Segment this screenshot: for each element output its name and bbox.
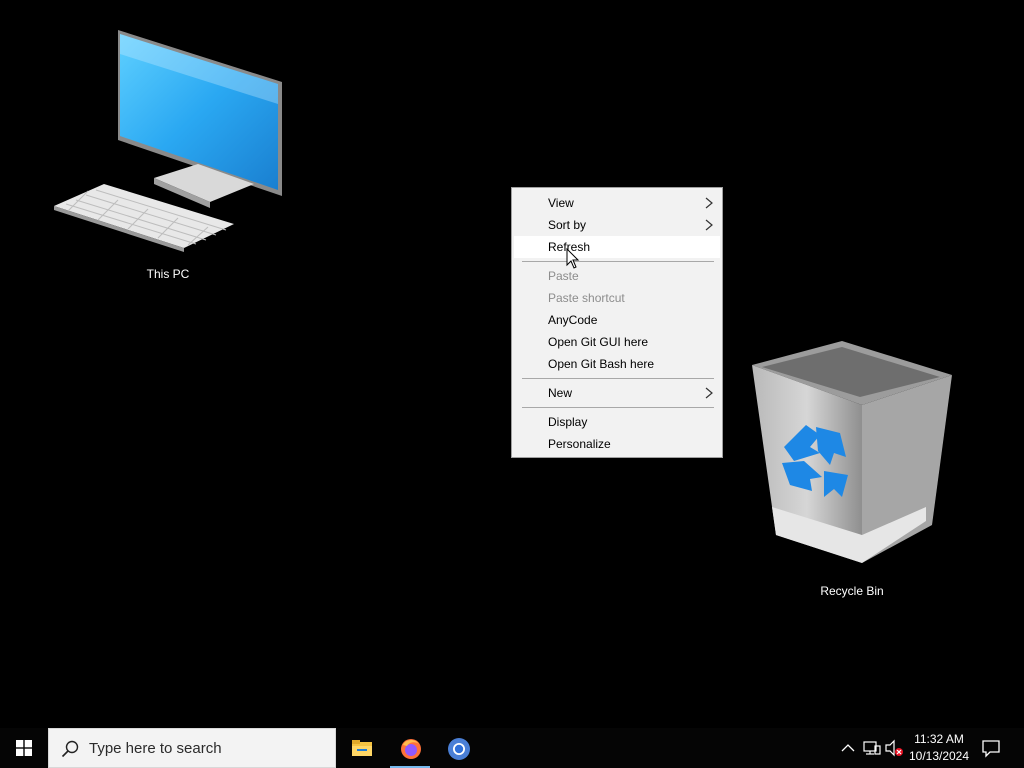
menu-item-label: AnyCode xyxy=(548,313,598,327)
windows-logo-icon xyxy=(16,740,32,756)
chevron-right-icon xyxy=(705,387,713,399)
taskbar-app-file-explorer[interactable] xyxy=(338,728,386,768)
clock-date: 10/13/2024 xyxy=(908,749,970,763)
recycle-bin-icon xyxy=(752,341,952,563)
clock-time: 11:32 AM xyxy=(914,732,964,746)
menu-item-open-git-bash[interactable]: Open Git Bash here xyxy=(514,353,720,375)
menu-item-label: View xyxy=(548,196,574,210)
menu-separator xyxy=(522,407,714,408)
menu-item-sort-by[interactable]: Sort by xyxy=(514,214,720,236)
computer-icon xyxy=(54,30,282,252)
taskbar-app-firefox[interactable] xyxy=(386,728,434,768)
menu-item-label: Sort by xyxy=(548,218,587,232)
taskbar: Type here to search 11:32 AM 10/13/2024 xyxy=(0,728,1024,768)
menu-item-label: Open Git Bash here xyxy=(548,357,655,371)
chevron-right-icon xyxy=(705,219,713,231)
this-pc-label: This PC xyxy=(146,267,190,281)
chromium-icon xyxy=(448,738,470,760)
network-icon[interactable] xyxy=(862,738,882,758)
menu-item-personalize[interactable]: Personalize xyxy=(514,433,720,455)
taskbar-clock[interactable]: 11:32 AM 10/13/2024 xyxy=(906,731,972,765)
search-icon xyxy=(61,740,79,758)
menu-item-new[interactable]: New xyxy=(514,382,720,404)
taskbar-app-chromium[interactable] xyxy=(434,728,482,768)
desktop-context-menu: View Sort by Refresh Paste Paste shortcu… xyxy=(511,187,723,458)
search-placeholder: Type here to search xyxy=(89,740,222,757)
menu-item-label: Display xyxy=(548,415,588,429)
desktop[interactable]: This PC Recycle Bin View Sort by Refresh… xyxy=(0,0,1024,768)
recycle-bin-label: Recycle Bin xyxy=(820,584,884,598)
this-pc-desktop-icon[interactable]: This PC xyxy=(48,24,288,286)
firefox-icon xyxy=(401,739,421,759)
menu-item-label: Open Git GUI here xyxy=(548,335,649,349)
menu-item-label: Personalize xyxy=(548,437,611,451)
menu-item-anycode[interactable]: AnyCode xyxy=(514,309,720,331)
taskbar-search-box[interactable]: Type here to search xyxy=(48,728,336,768)
menu-item-view[interactable]: View xyxy=(514,192,720,214)
volume-muted-icon[interactable] xyxy=(884,738,904,758)
notification-center-icon[interactable] xyxy=(980,738,1002,758)
menu-separator xyxy=(522,261,714,262)
mouse-pointer-icon xyxy=(566,248,580,269)
chevron-up-icon[interactable] xyxy=(838,738,858,758)
menu-item-paste-shortcut[interactable]: Paste shortcut xyxy=(514,287,720,309)
recycle-bin-desktop-icon[interactable]: Recycle Bin xyxy=(742,335,962,605)
menu-item-paste[interactable]: Paste xyxy=(514,265,720,287)
menu-separator xyxy=(522,378,714,379)
menu-item-open-git-gui[interactable]: Open Git GUI here xyxy=(514,331,720,353)
menu-item-display[interactable]: Display xyxy=(514,411,720,433)
chevron-right-icon xyxy=(705,197,713,209)
start-button[interactable] xyxy=(0,728,48,768)
menu-item-label: Paste xyxy=(548,269,579,283)
menu-item-label: Paste shortcut xyxy=(548,291,625,305)
file-explorer-icon xyxy=(352,740,372,756)
menu-item-refresh[interactable]: Refresh xyxy=(514,236,720,258)
menu-item-label: New xyxy=(548,386,573,400)
